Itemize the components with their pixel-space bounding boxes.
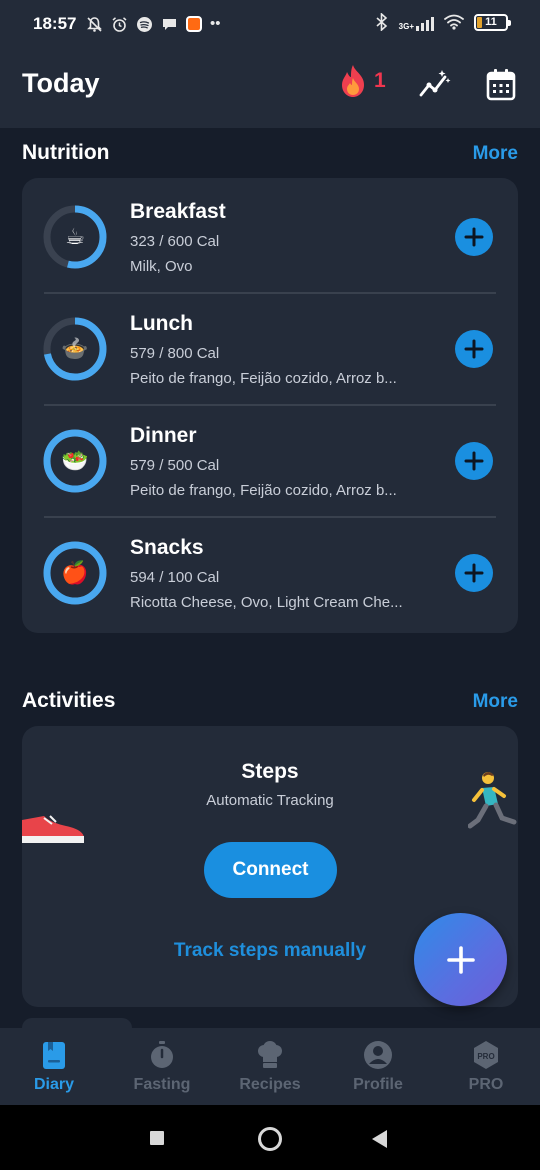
streak-button[interactable]: 1 [338,64,386,98]
calendar-icon[interactable] [486,68,516,102]
notification-icons: •• [86,14,221,34]
add-food-button[interactable] [455,554,493,592]
streak-count: 1 [374,69,386,92]
nutrition-card: ☕ Breakfast 323 / 600 Cal Milk, Ovo 🍲 Lunch 57… [22,178,518,633]
more-notifications-icon: •• [210,15,221,32]
network-type-label: 3G+ [398,22,414,31]
nav-label-fasting: Fasting [133,1076,191,1093]
add-food-button[interactable] [455,218,493,256]
sneaker-icon [22,815,84,843]
meal-calories: 594 / 100 Cal [130,569,220,586]
bluetooth-icon [376,13,387,31]
add-food-button[interactable] [455,442,493,480]
home-button[interactable] [257,1126,283,1152]
battery-icon: 11 [474,13,511,31]
nav-label-recipes: Recipes [239,1076,301,1093]
nav-label-diary: Diary [33,1076,75,1093]
meal-emoji-icon: 🥗 [61,448,89,474]
add-entry-fab[interactable] [414,913,507,1006]
pro-badge-text: PRO [477,1052,494,1061]
wifi-icon [444,14,464,30]
meal-items: Milk, Ovo [130,258,193,275]
activities-more-link[interactable]: More [473,691,518,713]
meal-calories: 579 / 800 Cal [130,345,220,362]
plus-icon [464,339,484,359]
meal-row-lunch[interactable]: 🍲 Lunch 579 / 800 Cal Peito de frango, Feij… [22,290,518,402]
fire-icon [342,65,364,97]
steps-subtitle: Automatic Tracking [206,792,334,809]
trend-chart-icon[interactable] [418,68,452,102]
meal-emoji-icon: 🍎 [61,560,89,586]
back-button[interactable] [371,1129,389,1149]
steps-title: Steps [241,760,299,783]
meal-items: Peito de frango, Feijão cozido, Arroz b.… [130,370,397,387]
meal-calories: 323 / 600 Cal [130,233,220,250]
system-navigation-bar [0,1105,540,1170]
plus-icon [446,945,475,974]
spotify-icon [137,16,152,32]
nav-item-diary[interactable]: Diary [0,1028,108,1105]
meal-items: Ricotta Cheese, Ovo, Light Cream Che... [130,594,403,611]
meal-emoji-icon: 🍲 [61,336,89,362]
meal-name: Snacks [130,536,204,559]
meal-name: Breakfast [130,200,226,223]
battery-level: 11 [485,16,497,28]
meal-row-snacks[interactable]: 🍎 Snacks 594 / 100 Cal Ricotta Cheese, Ovo,… [22,514,518,626]
page-title: Today [22,68,100,98]
signal-icon: 3G+ [399,13,434,31]
recents-button[interactable] [149,1130,165,1146]
status-bar: 18:57 •• 3G+ 11 [0,0,540,50]
diary-icon [43,1042,65,1069]
muted-bell-icon [87,16,102,32]
meal-row-dinner[interactable]: 🥗 Dinner 579 / 500 Cal Peito de frango, Fei… [22,402,518,514]
app-header: Today 1 [0,50,540,128]
nav-item-recipes[interactable]: Recipes [216,1028,324,1105]
nav-item-pro[interactable]: PRO PRO [432,1028,540,1105]
meal-items: Peito de frango, Feijão cozido, Arroz b.… [130,482,397,499]
plus-icon [464,227,484,247]
nav-item-fasting[interactable]: Fasting [108,1028,216,1105]
meal-emoji-icon: ☕ [65,224,85,250]
nav-item-profile[interactable]: Profile [324,1028,432,1105]
status-time: 18:57 [33,14,77,33]
plus-icon [464,563,484,583]
alarm-icon [112,16,127,32]
system-status-icons: 3G+ 11 [375,13,511,31]
bottom-navigation: Diary Fasting Recipes Profile PRO PRO [0,1028,540,1105]
activities-section-title: Activities [22,689,116,712]
meal-name: Lunch [130,312,193,335]
nutrition-section-title: Nutrition [22,141,110,164]
stopwatch-icon [151,1041,173,1068]
profile-icon [364,1041,392,1069]
add-food-button[interactable] [455,330,493,368]
nutrition-more-link[interactable]: More [473,143,518,165]
chef-hat-icon [258,1041,282,1068]
meal-name: Dinner [130,424,197,447]
chat-icon [163,18,176,30]
nav-label-profile: Profile [353,1076,403,1093]
plus-icon [464,451,484,471]
app-notification-icon [186,16,202,32]
meal-calories: 579 / 500 Cal [130,457,220,474]
pro-badge-icon: PRO [474,1041,498,1069]
nav-label-pro: PRO [468,1076,504,1093]
meal-row-breakfast[interactable]: ☕ Breakfast 323 / 600 Cal Milk, Ovo [22,178,518,290]
connect-button[interactable]: Connect [204,842,337,898]
